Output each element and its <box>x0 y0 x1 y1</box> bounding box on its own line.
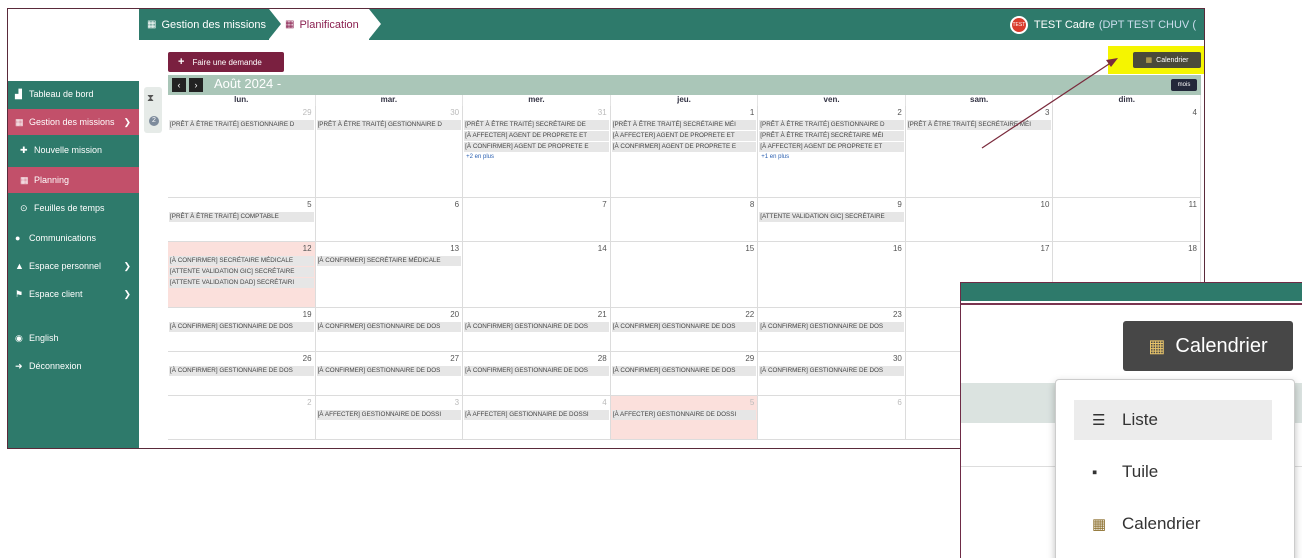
inset-top-bar <box>961 283 1302 301</box>
button-label: Calendrier <box>1175 334 1268 357</box>
zoom-calendar-button[interactable]: ▦ Calendrier <box>1123 321 1293 371</box>
calendar-icon: ▦ <box>1148 335 1166 356</box>
list-icon: ☰ <box>1092 412 1106 429</box>
view-dropdown-menu: ☰ Liste ▪ Tuile ▦ Calendrier <box>1055 379 1295 558</box>
arrow-head <box>1106 58 1118 67</box>
menu-item-label: Liste <box>1122 410 1158 429</box>
menu-item-calendar[interactable]: ▦ Calendrier <box>1074 504 1272 544</box>
inset-divider <box>961 303 1302 305</box>
menu-item-list[interactable]: ☰ Liste <box>1074 400 1272 440</box>
menu-item-grid[interactable]: ▪ Tuile <box>1074 452 1272 492</box>
zoom-inset: ▦ Calendrier ☰ Liste ▪ Tuile ▦ Calendrier <box>960 282 1302 558</box>
arrow-line <box>981 61 1113 149</box>
menu-item-label: Tuile <box>1122 462 1159 481</box>
calendar-icon: ▦ <box>1092 516 1107 533</box>
grid-icon: ▪ <box>1092 463 1098 481</box>
menu-item-label: Calendrier <box>1122 514 1201 533</box>
